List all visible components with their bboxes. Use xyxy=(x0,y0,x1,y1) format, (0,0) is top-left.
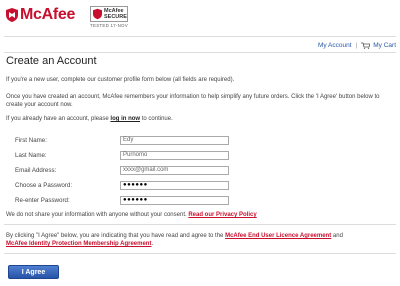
cart-icon[interactable] xyxy=(361,42,371,49)
reenter-password-label: Re-enter Password: xyxy=(15,197,70,204)
eula-link[interactable]: McAfee End User Licence Agreement xyxy=(225,233,331,239)
password-field[interactable]: ●●●●●● xyxy=(120,181,229,190)
secure-badge-text: McAfee SECURE xyxy=(104,8,127,20)
agreement-text: By clicking "I Agree" below, you are ind… xyxy=(6,232,386,248)
secure-tested-date: TESTED 17-NOV xyxy=(90,23,128,28)
agreement-before: By clicking "I Agree" below, you are ind… xyxy=(6,233,226,239)
intro-text: If you're a new user, complete our custo… xyxy=(6,77,235,83)
nav-separator: | xyxy=(355,42,358,49)
last-name-field[interactable]: Purnomo xyxy=(120,151,229,160)
mcafee-shield-icon xyxy=(6,8,18,22)
info-text: Once you have created an account, McAfee… xyxy=(6,94,380,108)
nav-divider xyxy=(4,52,396,53)
page-title: Create an Account xyxy=(6,55,97,67)
top-nav: My Account | My Cart xyxy=(318,42,396,49)
login-prompt-before: If you already have an account, please xyxy=(6,116,111,122)
first-name-field[interactable]: Edy xyxy=(120,136,229,145)
login-prompt-after: to continue. xyxy=(140,116,173,122)
first-name-label: First Name: xyxy=(15,137,47,144)
identity-protection-agreement-link[interactable]: McAfee Identity Protection Membership Ag… xyxy=(6,241,151,247)
agreement-after: . xyxy=(151,241,154,247)
my-account-link[interactable]: My Account xyxy=(318,42,352,49)
privacy-policy-link[interactable]: Read our Privacy Policy xyxy=(188,212,256,218)
reenter-password-field[interactable]: ●●●●●● xyxy=(120,196,229,205)
agreement-divider xyxy=(4,224,396,225)
login-prompt: If you already have an account, please l… xyxy=(6,115,386,123)
last-name-label: Last Name: xyxy=(15,152,47,159)
header-divider xyxy=(4,36,396,37)
mcafee-logo[interactable]: McAfee xyxy=(6,6,75,24)
password-label: Choose a Password: xyxy=(15,182,73,189)
agreement-middle: and xyxy=(331,233,343,239)
i-agree-button[interactable]: I Agree xyxy=(8,265,59,279)
button-divider xyxy=(4,253,396,254)
secure-badge-box: McAfee SECURE xyxy=(90,6,128,22)
site-header: McAfee McAfee SECURE TESTED 17-NOV xyxy=(0,0,400,32)
email-label: Email Address: xyxy=(15,167,57,174)
my-cart-link[interactable]: My Cart xyxy=(373,42,396,49)
email-field[interactable]: xxxx@gmail.com xyxy=(120,166,229,175)
privacy-notice: We do not share your information with an… xyxy=(6,212,257,218)
log-in-now-link[interactable]: log in now xyxy=(110,116,140,122)
mcafee-secure-badge[interactable]: McAfee SECURE TESTED 17-NOV xyxy=(90,6,128,28)
privacy-text: We do not share your information with an… xyxy=(6,212,189,218)
logo-text: McAfee xyxy=(20,6,76,23)
secure-line-2: SECURE xyxy=(104,14,127,20)
secure-shield-icon xyxy=(93,8,102,20)
